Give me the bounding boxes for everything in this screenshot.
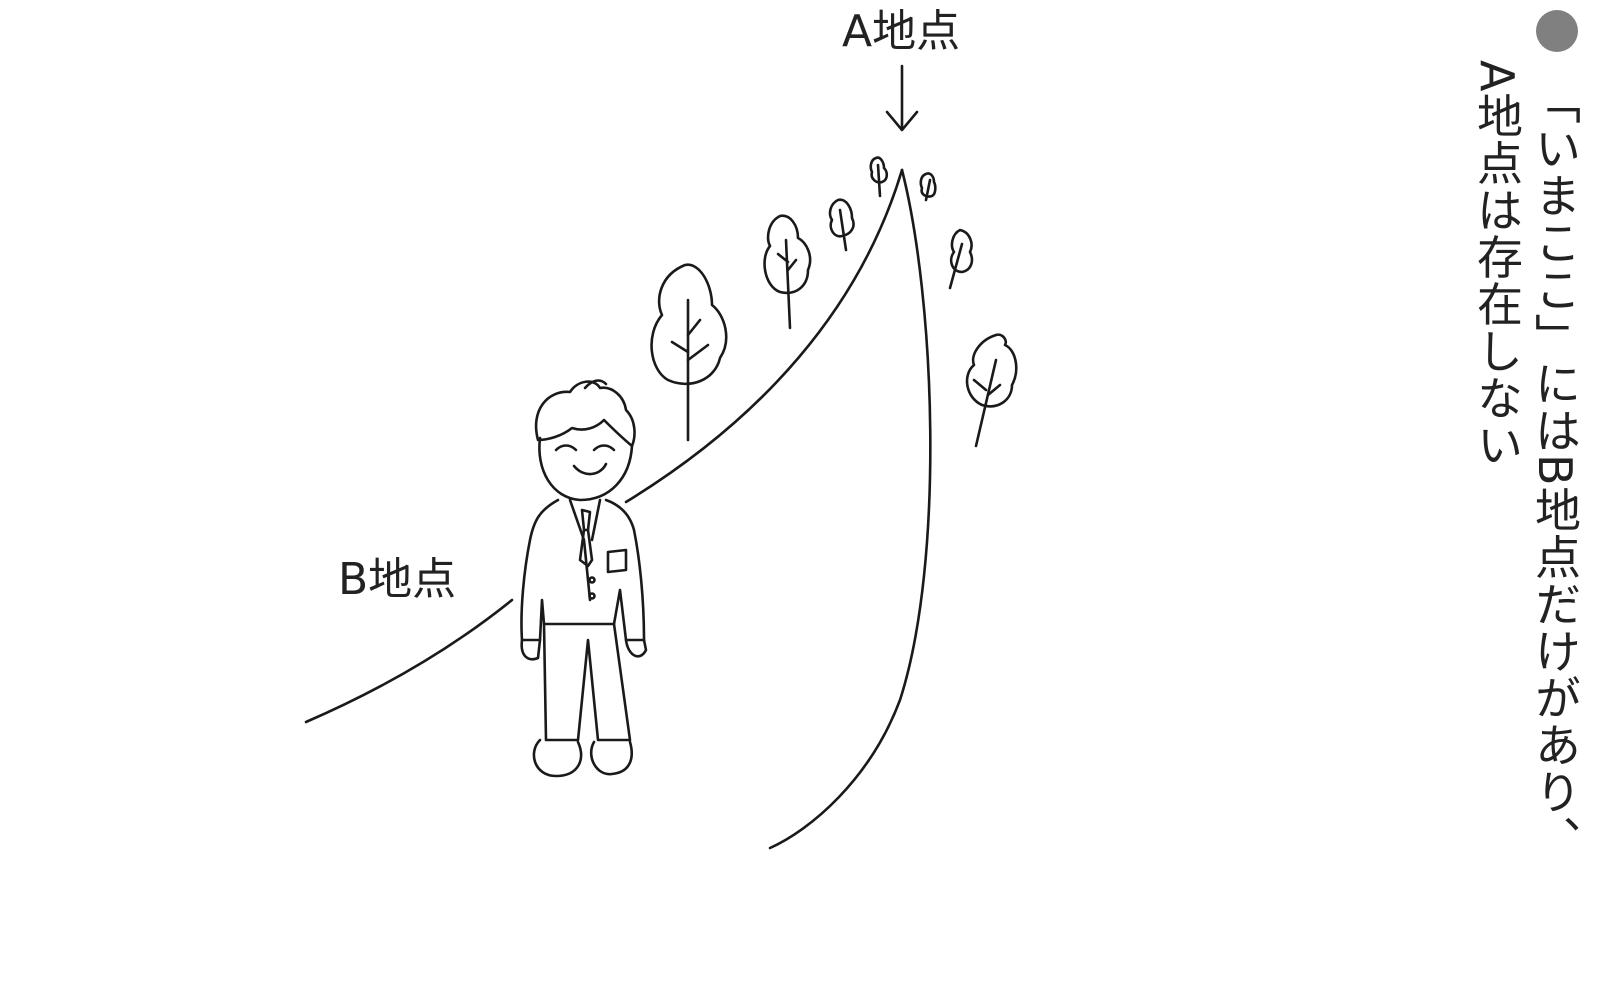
road-left-edge [304,598,514,724]
right-eye [592,444,616,452]
pocket-badge [606,548,628,574]
left-eye [554,444,578,452]
lapel-right [590,498,602,542]
face [538,436,634,502]
tree-medium [763,214,812,330]
down-arrow-icon [885,64,919,132]
label-point-a: A地点 [842,6,961,57]
left-hand [520,638,542,661]
hair [534,380,636,448]
bullet-dot-icon [1536,10,1578,52]
person [520,379,648,778]
tie [580,508,592,532]
road-right-edge [768,168,932,850]
road-left-edge-upper [624,168,904,504]
lapel-left [568,498,592,602]
tree-small-1 [828,198,855,252]
tree-small-4 [948,228,974,290]
smile [572,462,608,476]
right-hand [624,638,648,658]
caption-line-2: A地点は存在しない [1470,60,1524,469]
caption-line-1: 「いまここ」にはB地点だけがあり、 [1528,78,1582,863]
tree-large [650,263,728,442]
tree-small-3 [919,172,937,202]
right-shoe [589,740,633,776]
illustration [304,64,1018,850]
tree-medium-right [965,333,1018,448]
legs [542,622,632,742]
left-shoe [532,738,583,778]
label-point-b: B地点 [338,554,457,605]
tree-small-2 [869,156,889,198]
